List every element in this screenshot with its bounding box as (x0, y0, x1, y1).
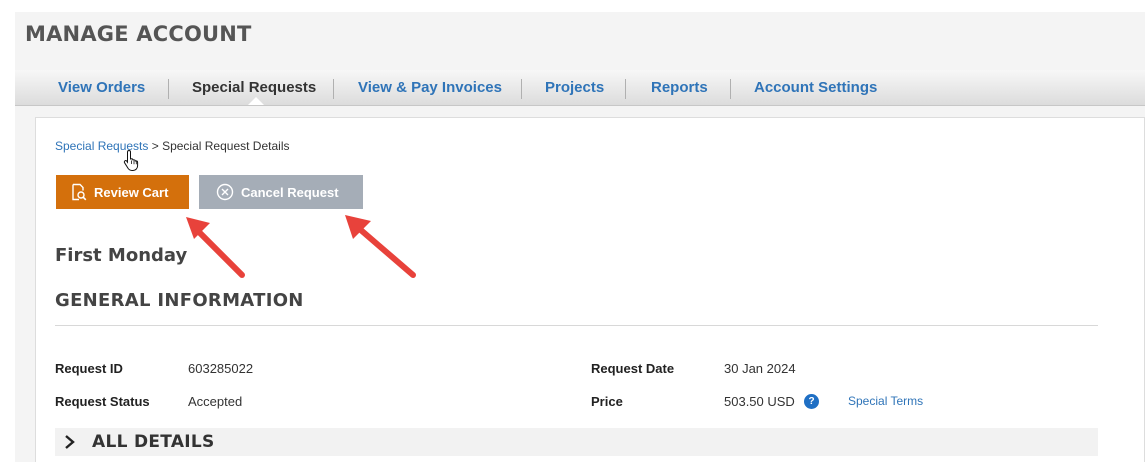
tab-account-settings[interactable]: Account Settings (754, 70, 877, 106)
help-icon[interactable]: ? (804, 394, 819, 409)
tab-divider (168, 79, 169, 99)
chevron-right-icon (65, 435, 75, 449)
general-information-heading: GENERAL INFORMATION (55, 290, 304, 311)
request-date-value: 30 Jan 2024 (724, 361, 796, 376)
section-divider (55, 325, 1098, 326)
review-cart-button[interactable]: Review Cart (56, 175, 189, 209)
price-label: Price (591, 394, 623, 409)
request-name: First Monday (55, 245, 188, 266)
breadcrumb: Special Requests > Special Request Detai… (55, 139, 289, 153)
request-id-value: 603285022 (188, 361, 254, 376)
circle-x-icon (216, 183, 234, 201)
tab-view-orders[interactable]: View Orders (58, 70, 145, 106)
tab-projects[interactable]: Projects (545, 70, 604, 106)
breadcrumb-separator: > (148, 139, 163, 153)
cancel-request-button[interactable]: Cancel Request (199, 175, 363, 209)
annotation-arrow-cancel (345, 215, 416, 278)
price-value: 503.50 USD (724, 394, 795, 409)
all-details-accordion[interactable]: ALL DETAILS (55, 428, 1098, 456)
request-date-label: Request Date (591, 361, 675, 376)
tab-divider (625, 79, 626, 99)
request-status-value: Accepted (188, 394, 243, 409)
page-title: MANAGE ACCOUNT (25, 22, 252, 46)
hand-pointer-icon (123, 149, 139, 171)
document-search-icon (72, 183, 87, 201)
cancel-request-label: Cancel Request (241, 184, 339, 200)
account-tabs: View Orders Special Requests View & Pay … (15, 70, 1145, 106)
tab-divider (730, 79, 731, 99)
request-status-label: Request Status (55, 394, 150, 409)
all-details-label: ALL DETAILS (92, 432, 215, 452)
tab-divider (521, 79, 522, 99)
tab-reports[interactable]: Reports (651, 70, 708, 106)
active-tab-caret (248, 97, 264, 105)
special-terms-link[interactable]: Special Terms (848, 394, 923, 408)
request-id-label: Request ID (55, 361, 123, 376)
annotation-arrow-review (186, 217, 245, 278)
request-details-panel: Special Requests > Special Request Detai… (35, 117, 1145, 462)
tab-view-pay-invoices[interactable]: View & Pay Invoices (358, 70, 502, 106)
tab-divider (333, 79, 334, 99)
review-cart-label: Review Cart (94, 184, 169, 200)
breadcrumb-current: Special Request Details (162, 139, 290, 153)
